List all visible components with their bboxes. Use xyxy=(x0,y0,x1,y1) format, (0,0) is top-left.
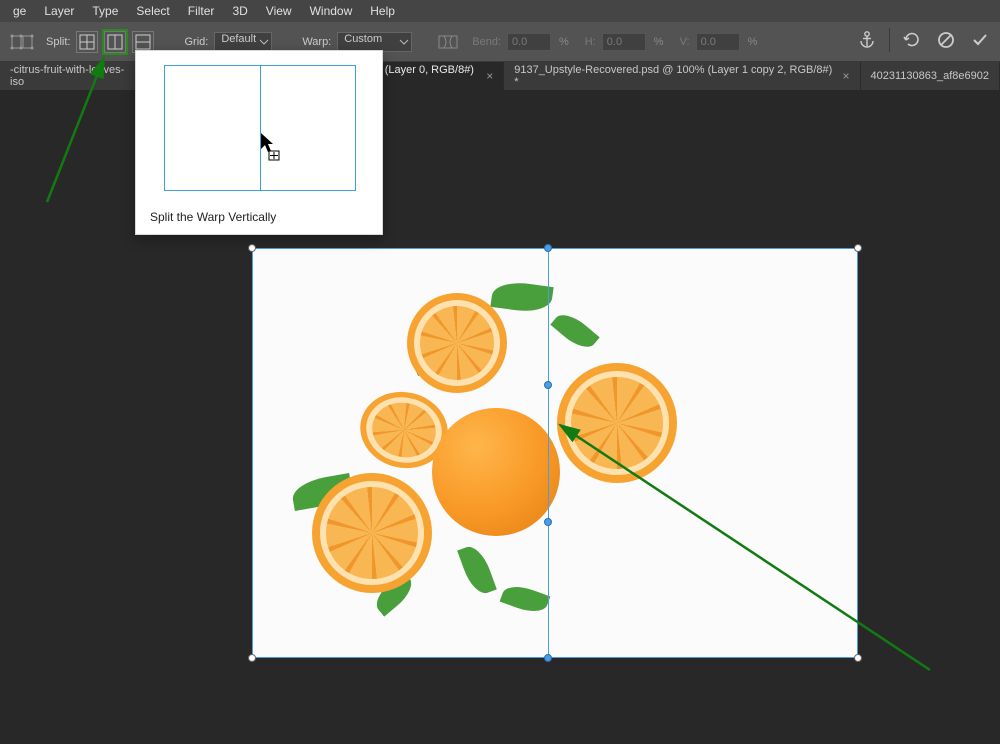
document-tab[interactable]: 40231130863_af8e6902 xyxy=(861,62,1000,90)
warp-handle[interactable] xyxy=(248,654,256,662)
tab-label: 40231130863_af8e6902 xyxy=(871,70,989,82)
close-icon[interactable]: × xyxy=(486,69,493,83)
grid-label: Grid: xyxy=(184,36,208,48)
warp-handle[interactable] xyxy=(854,244,862,252)
warp-bounding-box[interactable] xyxy=(252,248,858,658)
split-vertical-button[interactable] xyxy=(104,31,126,53)
menu-item[interactable]: View xyxy=(257,4,301,18)
anchor-icon[interactable] xyxy=(855,28,879,52)
warp-tool-icon[interactable] xyxy=(8,28,36,56)
warp-handle[interactable] xyxy=(248,244,256,252)
tab-label: s (Layer 0, RGB/8#) * xyxy=(376,64,480,88)
warp-split-handle[interactable] xyxy=(544,654,552,662)
warp-split-line[interactable] xyxy=(548,248,549,658)
chevron-down-icon xyxy=(400,38,408,50)
tab-label: -citrus-fruit-with-leaves-iso xyxy=(10,64,137,88)
split-label: Split: xyxy=(46,36,70,48)
tooltip-preview xyxy=(164,65,356,191)
warp-select[interactable]: Custom xyxy=(337,32,412,52)
h-field: 0.0 xyxy=(602,33,646,51)
menubar: ge Layer Type Select Filter 3D View Wind… xyxy=(0,0,1000,22)
menu-item[interactable]: Filter xyxy=(179,4,224,18)
menu-item[interactable]: 3D xyxy=(223,4,256,18)
bend-label: Bend: xyxy=(472,36,501,48)
menu-item[interactable]: Layer xyxy=(35,4,83,18)
percent-unit: % xyxy=(559,36,569,48)
bend-field: 0.0 xyxy=(507,33,551,51)
warp-split-handle[interactable] xyxy=(544,518,552,526)
chevron-down-icon xyxy=(260,38,268,50)
commit-icon[interactable] xyxy=(968,28,992,52)
document-tab[interactable]: 9137_Upstyle-Recovered.psd @ 100% (Layer… xyxy=(504,62,860,90)
menu-item[interactable]: Select xyxy=(127,4,178,18)
close-icon[interactable]: × xyxy=(843,69,850,83)
warp-orientation-icon[interactable] xyxy=(434,28,462,56)
tooltip-text: Split the Warp Vertically xyxy=(150,210,276,224)
cancel-icon[interactable] xyxy=(934,28,958,52)
warp-value: Custom xyxy=(344,33,382,45)
menu-item[interactable]: Window xyxy=(301,4,362,18)
cursor-icon xyxy=(261,133,283,166)
toolbar-right-group xyxy=(855,28,992,52)
h-label: H: xyxy=(585,36,596,48)
document-tab[interactable]: -citrus-fruit-with-leaves-iso xyxy=(0,62,148,90)
separator xyxy=(889,28,890,52)
tooltip: Split the Warp Vertically xyxy=(135,50,383,235)
reset-icon[interactable] xyxy=(900,28,924,52)
grid-select[interactable]: Default xyxy=(214,32,272,52)
menu-item[interactable]: ge xyxy=(4,4,35,18)
warp-handle[interactable] xyxy=(854,654,862,662)
warp-split-handle[interactable] xyxy=(544,244,552,252)
percent-unit: % xyxy=(654,36,664,48)
menu-item[interactable]: Type xyxy=(83,4,127,18)
warp-split-handle[interactable] xyxy=(544,381,552,389)
split-crosswise-button[interactable] xyxy=(76,31,98,53)
v-field: 0.0 xyxy=(696,33,740,51)
percent-unit: % xyxy=(748,36,758,48)
tab-label: 9137_Upstyle-Recovered.psd @ 100% (Layer… xyxy=(514,64,836,88)
grid-value: Default xyxy=(221,33,256,45)
menu-item[interactable]: Help xyxy=(361,4,404,18)
v-label: V: xyxy=(680,36,690,48)
warp-label: Warp: xyxy=(302,36,331,48)
